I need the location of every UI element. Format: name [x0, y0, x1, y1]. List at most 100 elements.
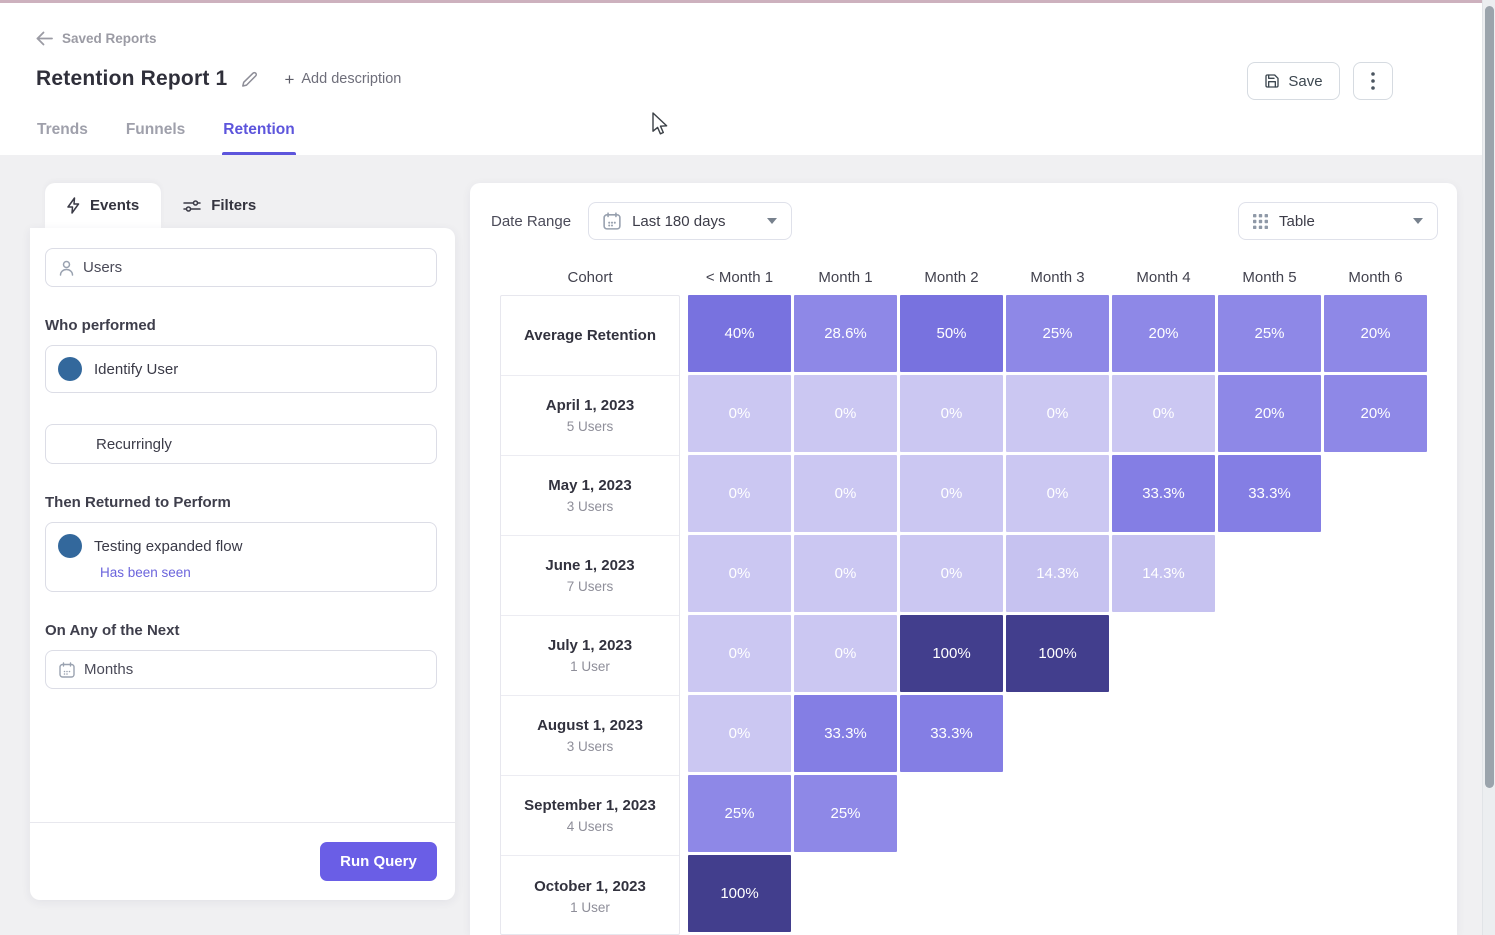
- add-description-button[interactable]: + Add description: [284, 71, 401, 88]
- months-selector-value: Months: [84, 661, 133, 678]
- sliders-icon: [183, 199, 201, 213]
- date-range-dropdown[interactable]: Last 180 days: [588, 202, 792, 240]
- tab-trends[interactable]: Trends: [36, 105, 89, 155]
- recurringly-value: Recurringly: [96, 436, 172, 453]
- vertical-scrollbar[interactable]: [1482, 0, 1495, 935]
- retention-cell[interactable]: 0%: [794, 375, 897, 452]
- column-headers: < Month 1Month 1Month 2Month 3Month 4Mon…: [688, 269, 1427, 286]
- retention-cell[interactable]: 20%: [1324, 295, 1427, 372]
- retention-cell[interactable]: 100%: [900, 615, 1003, 692]
- column-header: Month 5: [1218, 269, 1321, 286]
- retention-cell[interactable]: 0%: [900, 535, 1003, 612]
- column-header: Month 4: [1112, 269, 1215, 286]
- column-header: Month 2: [900, 269, 1003, 286]
- cohort-label: August 1, 20233 Users: [501, 696, 679, 776]
- kebab-icon: [1371, 72, 1375, 90]
- chevron-down-icon: [767, 218, 777, 224]
- retention-cell[interactable]: 0%: [688, 455, 791, 532]
- page-title: Retention Report 1: [36, 67, 227, 91]
- view-type-dropdown[interactable]: Table: [1238, 202, 1438, 240]
- retention-cell[interactable]: 25%: [794, 775, 897, 852]
- months-selector[interactable]: Months: [45, 650, 437, 689]
- tab-filters[interactable]: Filters: [161, 183, 278, 228]
- user-icon: [59, 260, 74, 276]
- run-query-button[interactable]: Run Query: [320, 842, 437, 881]
- retention-cell[interactable]: 0%: [688, 695, 791, 772]
- calendar-icon: [603, 212, 621, 230]
- column-header-cohort: Cohort: [500, 269, 680, 286]
- retention-cell[interactable]: 0%: [1006, 375, 1109, 452]
- who-performed-label: Who performed: [45, 317, 437, 334]
- retention-cell[interactable]: 28.6%: [794, 295, 897, 372]
- identify-user-label: Identify User: [94, 361, 178, 378]
- event-color-dot: [58, 357, 82, 381]
- date-range-label: Date Range: [491, 213, 571, 230]
- report-panel: Date Range Last 180 days Table: [470, 183, 1457, 935]
- retention-cell[interactable]: 20%: [1112, 295, 1215, 372]
- return-event-label: Testing expanded flow: [94, 538, 242, 555]
- back-link[interactable]: Saved Reports: [36, 31, 157, 46]
- retention-cell[interactable]: 0%: [1006, 455, 1109, 532]
- chevron-down-icon: [1413, 218, 1423, 224]
- tab-funnels[interactable]: Funnels: [125, 105, 186, 155]
- retention-cell[interactable]: 20%: [1218, 375, 1321, 452]
- recurringly-selector[interactable]: Recurringly: [45, 424, 437, 464]
- save-button[interactable]: Save: [1247, 62, 1340, 100]
- retention-cell[interactable]: 40%: [688, 295, 791, 372]
- identify-user-event[interactable]: Identify User: [45, 345, 437, 393]
- has-been-seen-link[interactable]: Has been seen: [100, 565, 424, 580]
- retention-cell[interactable]: 14.3%: [1112, 535, 1215, 612]
- retention-cell[interactable]: 0%: [794, 455, 897, 532]
- retention-cell[interactable]: 100%: [688, 855, 791, 932]
- back-arrow-icon: [36, 31, 53, 46]
- column-header: Month 3: [1006, 269, 1109, 286]
- retention-cell[interactable]: 0%: [688, 375, 791, 452]
- plus-icon: +: [284, 71, 294, 88]
- column-header: Month 1: [794, 269, 897, 286]
- add-description-label: Add description: [301, 71, 401, 87]
- tab-events[interactable]: Events: [45, 183, 161, 228]
- tab-retention[interactable]: Retention: [222, 105, 295, 155]
- query-builder-panel: Events Filters Users Who performed I: [30, 183, 455, 900]
- return-event[interactable]: Testing expanded flow Has been seen: [45, 522, 437, 592]
- grid-icon: [1253, 214, 1268, 229]
- retention-cell[interactable]: 0%: [688, 535, 791, 612]
- save-button-label: Save: [1288, 73, 1322, 90]
- retention-cell[interactable]: 50%: [900, 295, 1003, 372]
- retention-cell[interactable]: 0%: [688, 615, 791, 692]
- date-range-value: Last 180 days: [632, 213, 725, 230]
- edit-title-button[interactable]: [241, 71, 258, 88]
- retention-cell[interactable]: 33.3%: [1218, 455, 1321, 532]
- retention-cell[interactable]: 33.3%: [900, 695, 1003, 772]
- retention-cell[interactable]: 0%: [1112, 375, 1215, 452]
- retention-cell[interactable]: 0%: [900, 455, 1003, 532]
- cohort-label: October 1, 20231 User: [501, 856, 679, 935]
- column-header: < Month 1: [688, 269, 791, 286]
- main-content: Events Filters Users Who performed I: [0, 155, 1482, 935]
- retention-table: Cohort < Month 1Month 1Month 2Month 3Mon…: [500, 269, 1457, 935]
- retention-cell[interactable]: 20%: [1324, 375, 1427, 452]
- cohort-label: May 1, 20233 Users: [501, 456, 679, 536]
- retention-cell[interactable]: 0%: [794, 615, 897, 692]
- cohort-label: April 1, 20235 Users: [501, 376, 679, 456]
- cohort-label: September 1, 20234 Users: [501, 776, 679, 856]
- save-icon: [1264, 73, 1280, 89]
- retention-cell[interactable]: 14.3%: [1006, 535, 1109, 612]
- column-header: Month 6: [1324, 269, 1427, 286]
- retention-cell[interactable]: 0%: [794, 535, 897, 612]
- users-selector-value: Users: [83, 259, 122, 276]
- retention-cell[interactable]: 33.3%: [1112, 455, 1215, 532]
- retention-cell[interactable]: 25%: [688, 775, 791, 852]
- retention-cell[interactable]: 25%: [1006, 295, 1109, 372]
- retention-cell[interactable]: 100%: [1006, 615, 1109, 692]
- event-color-dot: [58, 534, 82, 558]
- retention-cell[interactable]: 25%: [1218, 295, 1321, 372]
- report-type-tabs: Trends Funnels Retention: [36, 105, 296, 155]
- cohort-label: July 1, 20231 User: [501, 616, 679, 696]
- retention-cell[interactable]: 33.3%: [794, 695, 897, 772]
- retention-cell[interactable]: 0%: [900, 375, 1003, 452]
- on-any-label: On Any of the Next: [45, 622, 437, 639]
- scrollbar-thumb[interactable]: [1485, 6, 1494, 788]
- users-selector[interactable]: Users: [45, 248, 437, 287]
- more-options-button[interactable]: [1353, 62, 1393, 100]
